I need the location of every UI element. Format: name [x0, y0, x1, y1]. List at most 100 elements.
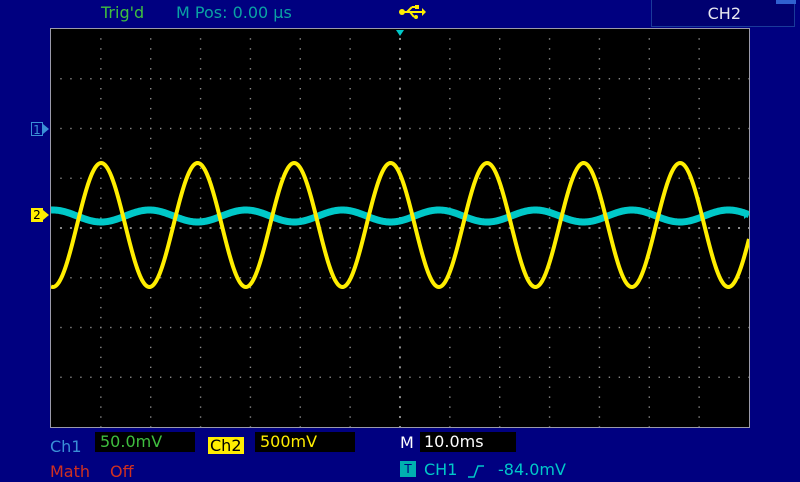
grid-dot	[399, 306, 401, 309]
grid-dot	[598, 137, 601, 140]
grid-dot	[479, 277, 481, 279]
ch1-label[interactable]: Ch1	[50, 437, 82, 457]
grid-dot	[668, 78, 670, 80]
menu-channel-box[interactable]: CH2	[651, 0, 795, 27]
grid-dot	[349, 306, 351, 309]
ch2-label[interactable]: Ch2	[208, 437, 244, 454]
grid-dot	[439, 78, 441, 80]
grid-dot	[299, 237, 301, 239]
grid-dot	[100, 386, 102, 388]
trigger-level[interactable]: -84.0mV	[498, 460, 566, 480]
grid-dot	[449, 58, 451, 60]
trigger-level-marker[interactable]	[744, 209, 750, 219]
grid-dot	[548, 157, 551, 160]
grid-dot	[449, 386, 451, 388]
grid-dot	[329, 277, 331, 279]
grid-dot	[419, 177, 421, 179]
grid-dot	[449, 157, 451, 160]
grid-dot	[150, 97, 152, 100]
math-label[interactable]: Math	[50, 462, 90, 482]
grid-dot	[578, 227, 581, 229]
grid-dot	[558, 127, 561, 130]
grid-dot	[199, 127, 202, 130]
grid-dot	[369, 326, 371, 329]
grid-dot	[319, 277, 321, 279]
grid-dot	[548, 187, 551, 189]
grid-dot	[110, 127, 112, 130]
grid-dot	[499, 167, 501, 169]
grid-dot	[499, 386, 501, 388]
grid-dot	[359, 78, 361, 80]
grid-dot	[299, 197, 301, 199]
grid-dot	[518, 227, 521, 229]
grid-dot	[249, 177, 252, 179]
grid-dot	[499, 48, 501, 50]
grid-dot	[339, 78, 341, 80]
menu-corner-indicator	[776, 0, 796, 4]
grid-dot	[399, 356, 401, 359]
grid-dot	[279, 376, 282, 378]
ch1-ground-marker[interactable]: 1	[31, 122, 43, 137]
grid-dot	[558, 326, 561, 329]
grid-dot	[199, 48, 202, 50]
trigger-position-marker[interactable]	[396, 30, 404, 36]
grid-dot	[449, 296, 451, 299]
grid-dot	[638, 177, 641, 179]
grid-dot	[179, 127, 182, 130]
grid-dot	[269, 277, 272, 279]
grid-dot	[229, 326, 232, 329]
grid-dot	[199, 356, 202, 359]
grid-dot	[100, 346, 102, 349]
grid-dot	[150, 267, 152, 269]
grid-dot	[558, 277, 561, 279]
ch1-scale[interactable]: 50.0mV	[95, 432, 195, 452]
grid-dot	[100, 197, 102, 199]
grid-dot	[658, 78, 660, 80]
trigger-source[interactable]: CH1	[424, 460, 457, 480]
waveform-display[interactable]	[50, 28, 750, 428]
grid-dot	[538, 177, 541, 179]
grid-dot	[449, 117, 451, 120]
grid-dot	[349, 416, 351, 418]
grid-dot	[499, 157, 501, 160]
grid-dot	[618, 227, 621, 229]
grid-dot	[89, 227, 92, 229]
ch2-scale[interactable]: 500mV	[255, 432, 355, 452]
timebase-scale[interactable]: 10.0ms	[420, 432, 516, 452]
grid-dot	[538, 376, 541, 378]
math-value: Off	[110, 462, 134, 481]
grid-dot	[389, 326, 391, 329]
grid-dot	[159, 127, 162, 130]
grid-dot	[249, 426, 252, 427]
grid-dot	[489, 277, 491, 279]
grid-dot	[259, 277, 262, 279]
grid-dot	[658, 227, 661, 229]
ch2-ground-marker[interactable]: 2	[31, 208, 43, 222]
grid-dot	[249, 197, 252, 199]
grid-dot	[249, 237, 252, 239]
grid-dot	[718, 177, 720, 179]
grid-dot	[329, 177, 331, 179]
grid-dot	[479, 127, 481, 130]
grid-dot	[598, 267, 601, 269]
grid-dot	[130, 78, 132, 80]
grid-dot	[738, 376, 740, 378]
grid-dot	[130, 127, 132, 130]
grid-dot	[199, 167, 202, 169]
grid-dot	[598, 127, 601, 130]
grid-dot	[369, 277, 371, 279]
grid-dot	[199, 406, 202, 408]
grid-dot	[299, 346, 301, 349]
grid-dot	[399, 147, 401, 150]
grid-dot	[648, 396, 650, 398]
grid-dot	[399, 266, 401, 269]
grid-dot	[349, 127, 351, 130]
grid-dot	[728, 127, 730, 130]
grid-dot	[588, 227, 591, 229]
grid-dot	[548, 326, 551, 329]
grid-dot	[499, 296, 501, 299]
grid-dot	[648, 227, 651, 229]
grid-dot	[449, 237, 451, 239]
grid-dot	[299, 48, 301, 50]
grid-dot	[100, 88, 102, 90]
